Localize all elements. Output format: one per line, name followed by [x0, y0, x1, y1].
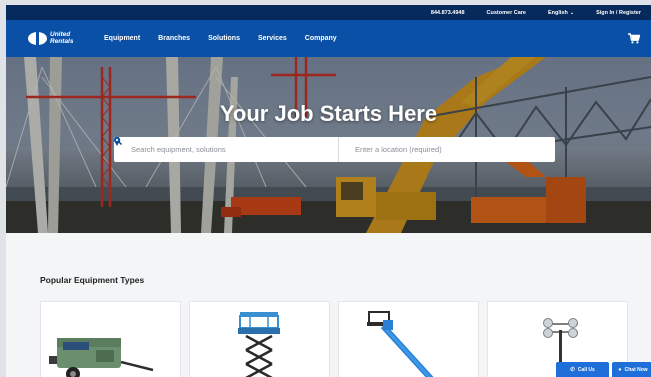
logo-mark-icon: [28, 32, 47, 45]
equipment-card-air-compressor[interactable]: [40, 301, 181, 377]
cart-icon[interactable]: [628, 33, 640, 44]
section-title: Popular Equipment Types: [40, 275, 145, 285]
location-input[interactable]: [355, 145, 555, 154]
boom-lift-image: [367, 311, 434, 377]
nav-item-solutions[interactable]: Solutions: [208, 35, 240, 42]
call-us-button[interactable]: ✆ Call Us: [556, 362, 609, 377]
nav-links: Equipment Branches Solutions Services Co…: [104, 35, 355, 42]
air-compressor-image: [49, 338, 154, 377]
equipment-card-boom-lift[interactable]: [338, 301, 479, 377]
location-pin-icon: [114, 137, 120, 146]
nav-item-equipment[interactable]: Equipment: [104, 35, 140, 42]
search-input[interactable]: [131, 145, 331, 154]
chat-now-label: Chat Now: [624, 366, 648, 373]
utility-bar: 844.873.4948 Customer Care English ⌄ Sig…: [6, 5, 651, 20]
nav-item-branches[interactable]: Branches: [158, 35, 190, 42]
main-navigation: United Rentals Equipment Branches Soluti…: [6, 20, 651, 57]
phone-icon: ✆: [570, 366, 575, 373]
chevron-down-icon: ⌄: [569, 9, 575, 16]
nav-item-company[interactable]: Company: [305, 35, 337, 42]
sign-in-link[interactable]: Sign In / Register: [596, 10, 641, 16]
phone-link[interactable]: 844.873.4948: [431, 10, 465, 16]
page-frame: 844.873.4948 Customer Care English ⌄ Sig…: [0, 0, 651, 377]
customer-care-link[interactable]: Customer Care: [487, 10, 526, 16]
search-box: [114, 137, 555, 162]
logo-line-2: Rentals: [50, 37, 74, 45]
hero-title: Your Job Starts Here: [219, 101, 438, 126]
language-label: English: [547, 9, 568, 16]
logo-text: United Rentals: [50, 31, 74, 45]
scissor-lift-image: [238, 312, 280, 377]
equipment-card-scissor-lift[interactable]: [189, 301, 330, 377]
popular-equipment-section: Popular Equipment Types: [6, 233, 651, 377]
chat-bubble-icon: ●: [618, 366, 622, 373]
brand-logo[interactable]: United Rentals: [28, 31, 83, 45]
nav-item-services[interactable]: Services: [258, 35, 287, 42]
chat-now-button[interactable]: ● Chat Now: [612, 362, 651, 377]
equipment-cards: [40, 301, 636, 377]
hero-banner: Your Job Starts Here: [6, 57, 651, 233]
call-us-label: Call Us: [577, 366, 595, 373]
equipment-search: [114, 137, 339, 162]
language-selector[interactable]: English ⌄: [548, 10, 574, 16]
location-search: [114, 137, 555, 162]
